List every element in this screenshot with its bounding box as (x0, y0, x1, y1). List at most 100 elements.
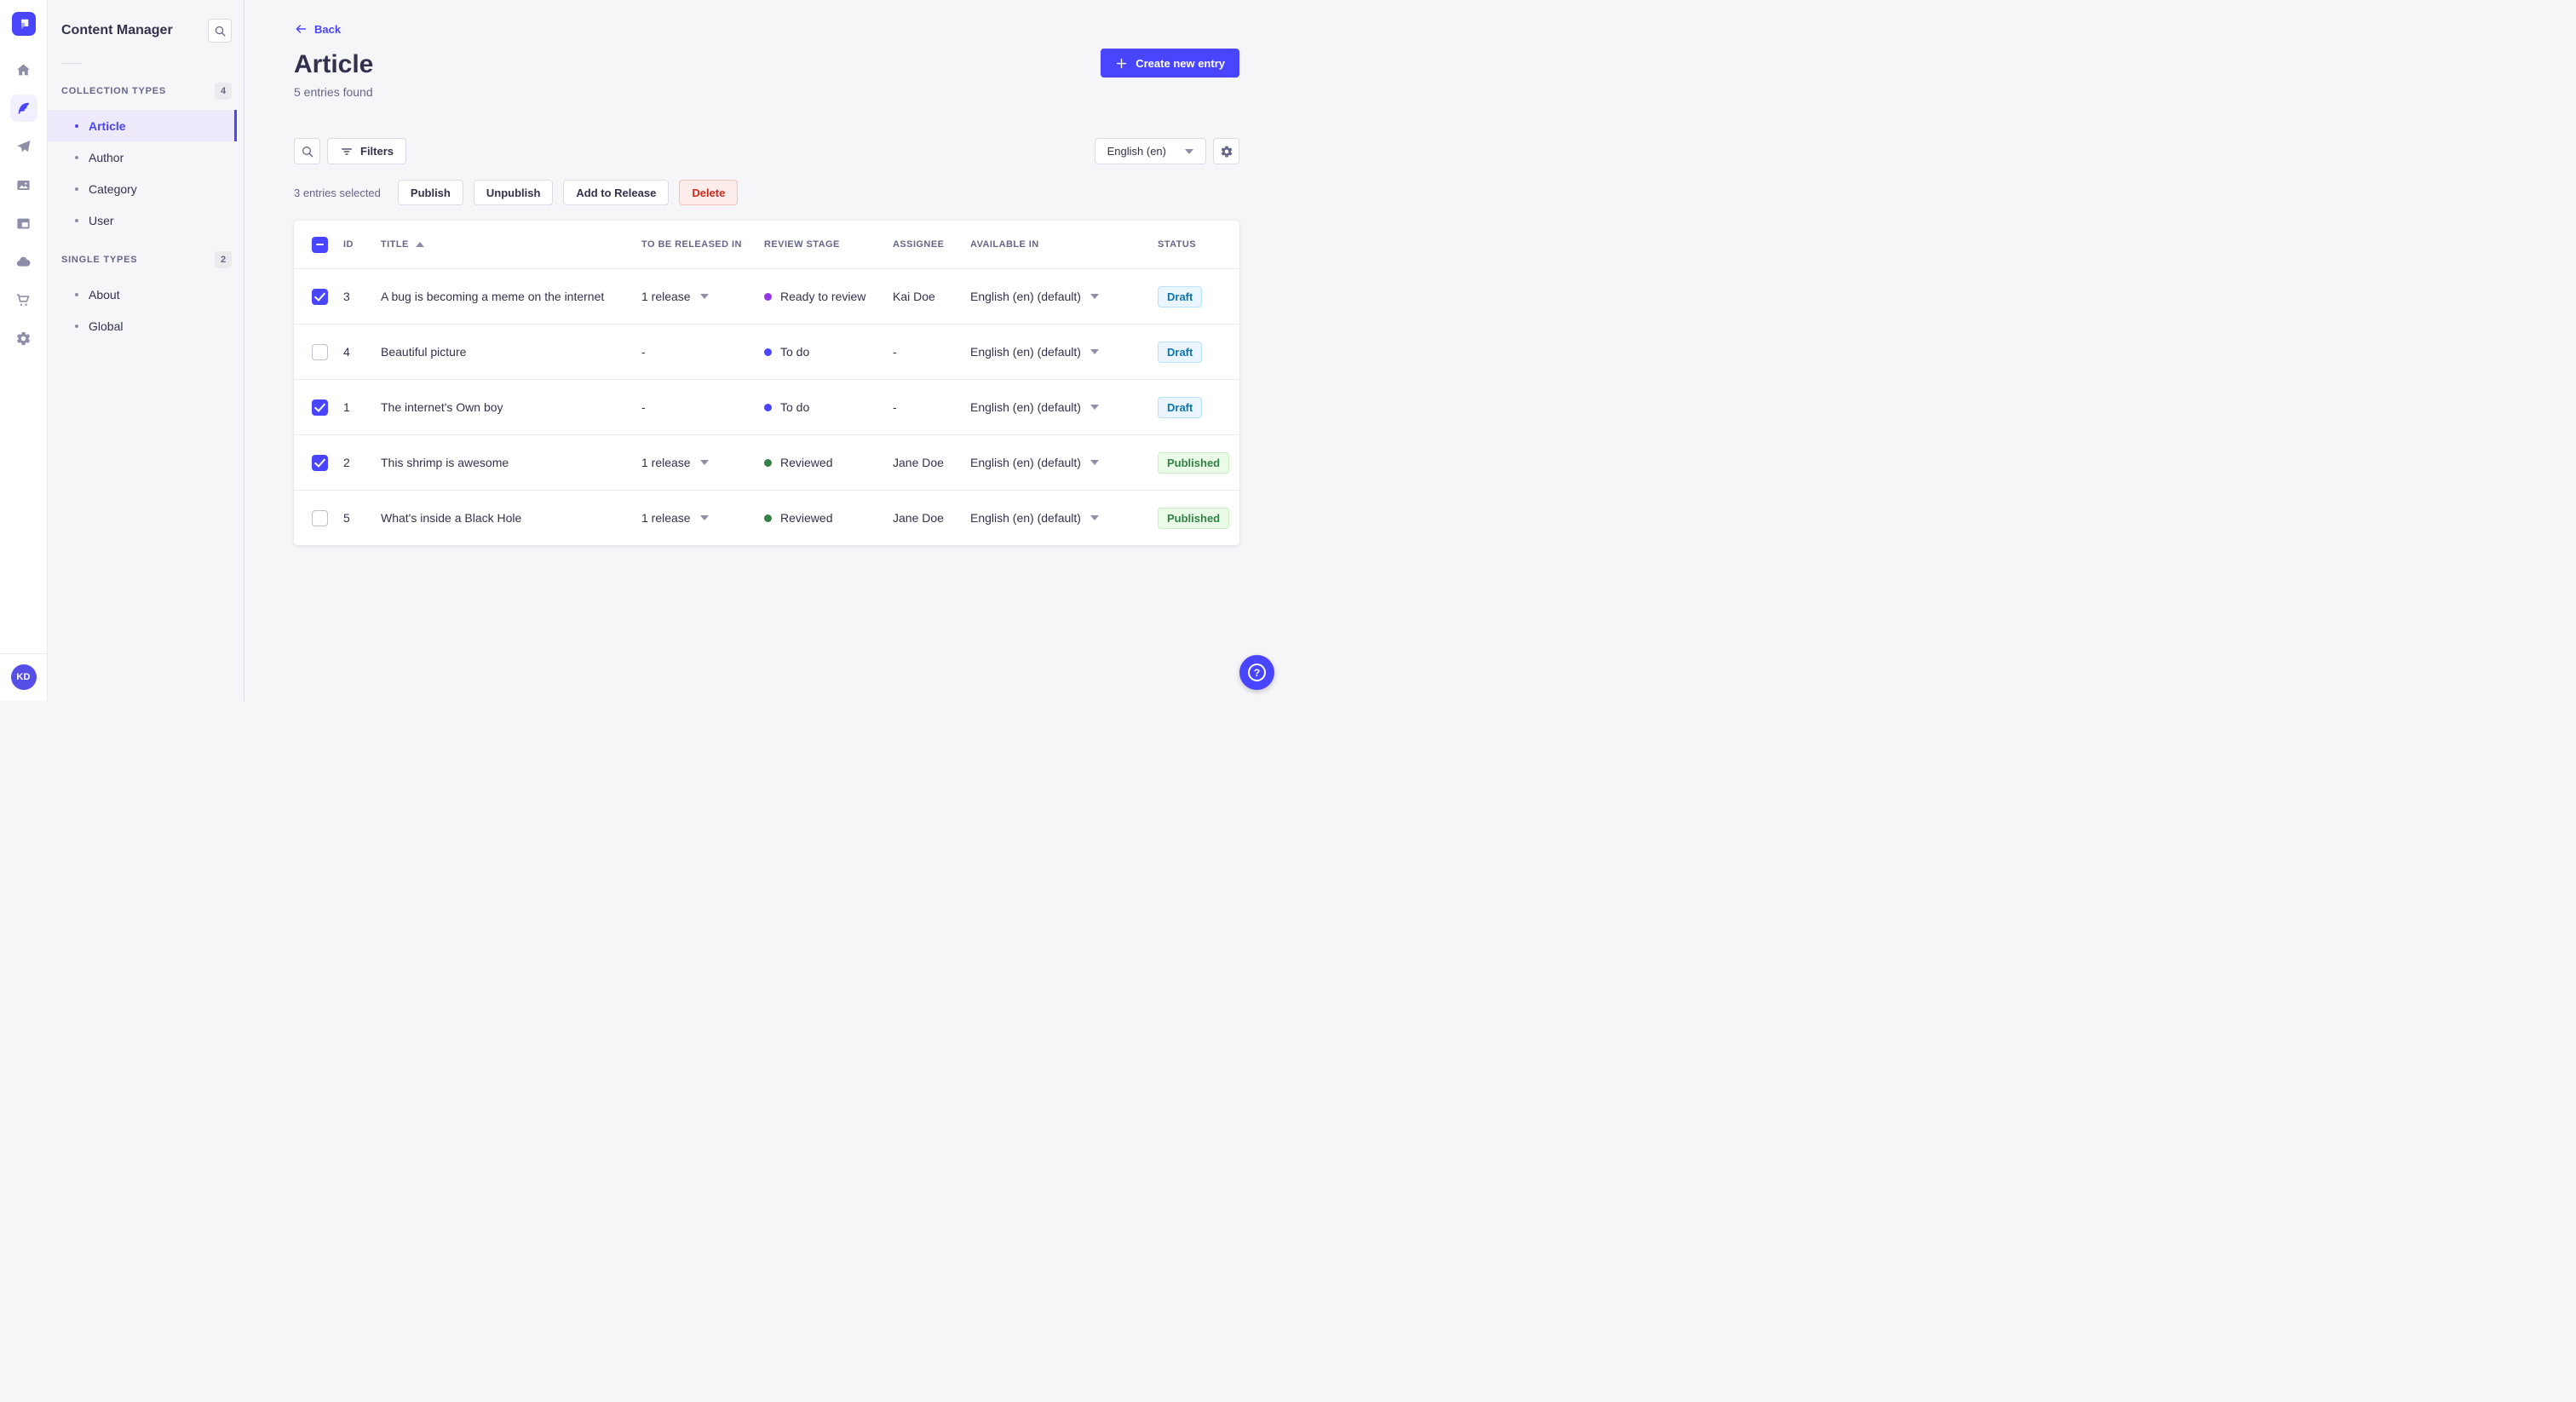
sidebar-item-marketplace[interactable] (10, 286, 37, 313)
row-checkbox[interactable] (312, 509, 328, 526)
row-checkbox[interactable] (312, 454, 328, 471)
cell-review-stage: To do (764, 400, 893, 414)
chevron-down-icon[interactable] (1090, 405, 1099, 410)
column-header-title[interactable]: TITLE (381, 239, 641, 250)
subnav-item-about[interactable]: About (48, 279, 237, 310)
column-header-status[interactable]: STATUS (1158, 239, 1239, 250)
cell-to-be-released-in: - (641, 400, 646, 414)
column-header-id[interactable]: ID (343, 239, 381, 250)
sidebar-item-content-type-builder[interactable] (10, 210, 37, 237)
bullet-icon (75, 155, 78, 159)
subnav-item-author[interactable]: Author (48, 141, 237, 173)
subnav-search-button[interactable] (208, 19, 232, 43)
table-row[interactable]: 1 The internet's Own boy - To do - Engli… (294, 379, 1239, 434)
view-settings-button[interactable] (1213, 138, 1239, 164)
gear-icon (15, 330, 32, 347)
column-header-review-stage[interactable]: REVIEW STAGE (764, 239, 893, 250)
cell-assignee: Kai Doe (893, 290, 935, 303)
cell-id: 2 (343, 456, 350, 469)
status-badge: Draft (1158, 285, 1203, 307)
row-checkbox[interactable] (312, 399, 328, 416)
chevron-down-icon[interactable] (1090, 515, 1099, 520)
sidebar-item-deploy[interactable] (10, 248, 37, 275)
table-row[interactable]: 2 This shrimp is awesome 1 release Revie… (294, 434, 1239, 490)
cell-title: A bug is becoming a meme on the internet (381, 290, 605, 303)
unpublish-button[interactable]: Unpublish (473, 180, 554, 205)
cell-available-in: English (en) (default) (970, 290, 1158, 303)
subnav-item-label: Global (89, 319, 124, 333)
cell-title: This shrimp is awesome (381, 456, 509, 469)
table-row[interactable]: 4 Beautiful picture - To do - English (e… (294, 324, 1239, 379)
cell-review-stage: To do (764, 345, 893, 359)
subnav-item-article[interactable]: Article (48, 110, 237, 141)
select-all-checkbox[interactable] (312, 236, 328, 253)
cell-id: 5 (343, 511, 350, 525)
column-header-available-in[interactable]: AVAILABLE IN (970, 239, 1158, 250)
cell-to-be-released-in: - (641, 345, 646, 359)
stage-dot-icon (764, 458, 772, 467)
chevron-down-icon (1185, 148, 1193, 154)
main-nav-footer: KD (0, 653, 47, 701)
cell-review-stage: Ready to review (764, 290, 893, 303)
selection-summary: 3 entries selected (294, 186, 381, 199)
locale-value: English (en) (1107, 145, 1166, 158)
user-avatar[interactable]: KD (10, 664, 37, 690)
subnav-title: Content Manager (61, 23, 173, 37)
table-row[interactable]: 5 What's inside a Black Hole 1 release R… (294, 490, 1239, 545)
table-search-button[interactable] (294, 138, 320, 164)
plus-icon (1115, 57, 1128, 70)
add-to-release-button[interactable]: Add to Release (563, 180, 670, 205)
subnav-item-label: Article (89, 118, 126, 133)
chevron-down-icon[interactable] (699, 515, 709, 520)
back-link[interactable]: Back (294, 22, 341, 36)
subnav-item-label: About (89, 287, 120, 302)
cell-title: What's inside a Black Hole (381, 511, 522, 525)
chevron-down-icon[interactable] (1090, 349, 1099, 354)
filters-button[interactable]: Filters (327, 138, 407, 164)
publish-button[interactable]: Publish (397, 180, 463, 205)
section-label-collection-types: COLLECTION TYPES (61, 86, 166, 96)
help-button[interactable]: ? (1239, 655, 1274, 690)
create-new-entry-button[interactable]: Create new entry (1101, 49, 1239, 78)
subnav-item-label: Author (89, 150, 124, 164)
column-header-assignee[interactable]: ASSIGNEE (893, 239, 970, 250)
content-manager-subnav: Content Manager COLLECTION TYPES 4 Artic… (48, 0, 244, 701)
sidebar-item-releases[interactable] (10, 133, 37, 160)
status-badge: Published (1158, 507, 1230, 529)
filter-icon (340, 145, 354, 158)
chevron-down-icon[interactable] (1090, 460, 1099, 465)
cell-id: 3 (343, 290, 350, 303)
sort-ascending-icon (415, 242, 424, 247)
row-checkbox[interactable] (312, 288, 328, 305)
single-types-count-badge: 2 (215, 251, 232, 268)
table-row[interactable]: 3 A bug is becoming a meme on the intern… (294, 268, 1239, 324)
cell-available-in: English (en) (default) (970, 456, 1158, 469)
sidebar-item-home[interactable] (10, 56, 37, 83)
locale-select[interactable]: English (en) (1094, 138, 1206, 164)
bullet-icon (75, 187, 78, 191)
subnav-item-category[interactable]: Category (48, 173, 237, 204)
chevron-down-icon[interactable] (1090, 294, 1099, 299)
row-checkbox[interactable] (312, 343, 328, 360)
strapi-logo[interactable] (11, 12, 36, 36)
subnav-item-label: Category (89, 181, 137, 196)
stage-dot-icon (764, 292, 772, 301)
shopping-cart-icon (15, 292, 32, 308)
subnav-item-user[interactable]: User (48, 204, 237, 236)
chevron-down-icon[interactable] (699, 460, 709, 465)
cell-review-stage: Reviewed (764, 511, 893, 525)
subnav-item-global[interactable]: Global (48, 310, 237, 342)
cell-id: 4 (343, 345, 350, 359)
delete-button[interactable]: Delete (679, 180, 739, 205)
subnav-item-label: User (89, 213, 114, 227)
sidebar-item-settings[interactable] (10, 325, 37, 352)
cell-title: Beautiful picture (381, 345, 467, 359)
sidebar-item-media-library[interactable] (10, 171, 37, 198)
create-new-entry-label: Create new entry (1136, 56, 1225, 70)
cell-available-in: English (en) (default) (970, 511, 1158, 525)
bullet-icon (75, 218, 78, 222)
column-header-released[interactable]: TO BE RELEASED IN (641, 239, 764, 250)
sidebar-item-content-manager[interactable] (9, 95, 37, 122)
chevron-down-icon[interactable] (699, 294, 709, 299)
stage-dot-icon (764, 514, 772, 522)
